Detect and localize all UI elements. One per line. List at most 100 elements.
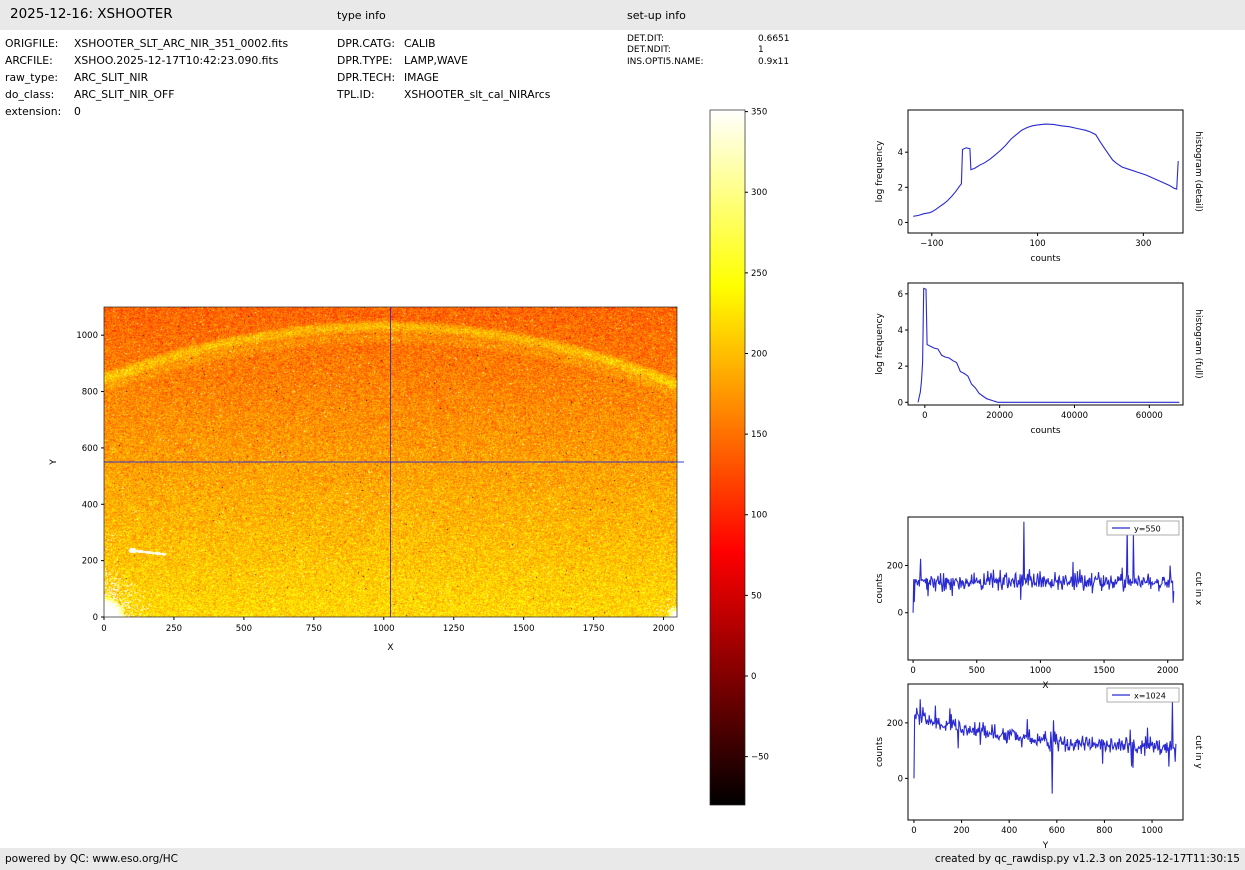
svg-text:0: 0 — [898, 609, 903, 619]
info-value: CALIB — [404, 37, 436, 50]
svg-text:200: 200 — [82, 557, 98, 567]
svg-text:X: X — [1042, 681, 1048, 691]
info-row: raw_type: ARC_SLIT_NIR — [5, 69, 288, 86]
info-value: ARC_SLIT_NIR_OFF — [74, 88, 175, 101]
svg-text:2: 2 — [898, 362, 903, 372]
svg-text:0: 0 — [898, 398, 903, 408]
svg-text:150: 150 — [751, 430, 767, 440]
svg-text:0: 0 — [922, 411, 927, 421]
svg-text:x=1024: x=1024 — [1134, 692, 1166, 701]
info-label: TPL.ID: — [337, 88, 375, 101]
svg-text:400: 400 — [1001, 826, 1017, 836]
info-row: DET.DIT: 0.6651 — [627, 33, 790, 45]
info-value: ARC_SLIT_NIR — [74, 71, 149, 84]
svg-text:1500: 1500 — [513, 624, 535, 634]
svg-text:750: 750 — [306, 624, 322, 634]
info-row: INS.OPTI5.NAME: 0.9x11 — [627, 56, 790, 68]
info-row: extension: 0 — [5, 103, 288, 120]
file-info-block: ORIGFILE: XSHOOTER_SLT_ARC_NIR_351_0002.f… — [5, 35, 288, 120]
svg-text:600: 600 — [82, 444, 98, 454]
page-title: 2025-12-16: XSHOOTER — [10, 6, 173, 22]
svg-text:cut in x: cut in x — [1193, 572, 1203, 606]
svg-text:800: 800 — [1096, 826, 1112, 836]
svg-text:2000: 2000 — [653, 624, 675, 634]
setup-info-block: DET.DIT: 0.6651 DET.NDIT: 1 INS.OPTI5.NAME… — [627, 33, 790, 68]
info-value: IMAGE — [404, 71, 439, 84]
svg-text:1750: 1750 — [583, 624, 605, 634]
svg-text:1500: 1500 — [1093, 666, 1115, 676]
info-row: ARCFILE: XSHOO.2025-12-17T10:42:23.090.fi… — [5, 52, 288, 69]
info-row: DPR.CATG: CALIB — [337, 35, 550, 52]
svg-text:200: 200 — [953, 826, 969, 836]
info-label: DPR.TECH: — [337, 71, 396, 84]
footer-right: created by qc_rawdisp.py v1.2.3 on 2025-… — [934, 853, 1240, 865]
svg-text:Y: Y — [49, 459, 59, 466]
info-value: 0.9x11 — [758, 56, 790, 67]
svg-text:1000: 1000 — [1030, 666, 1052, 676]
svg-text:40000: 40000 — [1061, 411, 1088, 421]
svg-text:1000: 1000 — [373, 624, 395, 634]
svg-text:500: 500 — [969, 666, 985, 676]
svg-text:log frequency: log frequency — [875, 140, 885, 202]
svg-text:400: 400 — [82, 500, 98, 510]
histogram-detail-plot: −100 100 300 0 2 4 counts log frequency histogra… — [875, 109, 1203, 264]
svg-text:800: 800 — [82, 388, 98, 398]
svg-text:0: 0 — [101, 624, 106, 634]
svg-text:2000: 2000 — [1157, 666, 1179, 676]
svg-text:50: 50 — [751, 591, 762, 601]
info-label: DET.NDIT: — [627, 45, 671, 56]
info-row: DPR.TYPE: LAMP,WAVE — [337, 52, 550, 69]
info-label: do_class: — [5, 88, 55, 101]
svg-text:100: 100 — [751, 511, 767, 521]
info-label: DPR.TYPE: — [337, 54, 393, 67]
svg-text:250: 250 — [166, 624, 182, 634]
svg-text:0: 0 — [751, 672, 756, 682]
svg-text:counts: counts — [1030, 426, 1060, 436]
info-label: raw_type: — [5, 71, 59, 84]
svg-text:counts: counts — [875, 737, 885, 767]
info-label: DET.DIT: — [627, 33, 665, 44]
legend: y=550 — [1106, 520, 1180, 536]
svg-text:500: 500 — [236, 624, 252, 634]
info-row: ORIGFILE: XSHOOTER_SLT_ARC_NIR_351_0002.f… — [5, 35, 288, 52]
svg-text:200: 200 — [887, 561, 903, 571]
svg-text:20000: 20000 — [986, 411, 1013, 421]
svg-text:6: 6 — [898, 290, 903, 300]
svg-text:2: 2 — [898, 183, 903, 193]
svg-text:0: 0 — [93, 613, 98, 623]
info-row: TPL.ID: XSHOOTER_slt_cal_NIRArcs — [337, 86, 550, 103]
cut-in-y-plot: 0 200 400 600 800 10000200Ycounts cut in yx=10… — [875, 683, 1203, 851]
svg-text:counts: counts — [875, 573, 885, 603]
footer-bar: powered by QC: www.eso.org/HC created by… — [0, 848, 1245, 870]
cut-in-x-plot: 0 500 1000 1500 2000 0 200 Xcounts cut in x y=550 — [875, 516, 1203, 691]
svg-text:300: 300 — [751, 188, 767, 198]
footer-left: powered by QC: www.eso.org/HC — [5, 853, 179, 865]
info-value: XSHOO.2025-12-17T10:42:23.090.fits — [74, 54, 279, 67]
svg-text:−100: −100 — [920, 239, 943, 249]
svg-text:0: 0 — [911, 826, 916, 836]
svg-text:X: X — [387, 643, 393, 653]
svg-text:0: 0 — [898, 218, 903, 228]
legend: x=1024 — [1106, 687, 1180, 703]
info-row: DPR.TECH: IMAGE — [337, 69, 550, 86]
type-info-heading: type info — [337, 9, 386, 22]
colorbar — [710, 110, 745, 805]
svg-text:counts: counts — [1030, 254, 1060, 264]
info-row: do_class: ARC_SLIT_NIR_OFF — [5, 86, 288, 103]
svg-text:1000: 1000 — [76, 331, 98, 341]
svg-text:600: 600 — [1049, 826, 1065, 836]
info-value: XSHOOTER_slt_cal_NIRArcs — [404, 88, 551, 101]
header-bar: 2025-12-16: XSHOOTER type info set-up in… — [0, 0, 1245, 30]
info-label: ORIGFILE: — [5, 37, 59, 50]
svg-text:0: 0 — [898, 774, 903, 784]
svg-text:histogram (detail): histogram (detail) — [1193, 131, 1203, 212]
info-value: 0 — [74, 105, 81, 118]
svg-text:0: 0 — [910, 666, 915, 676]
info-label: DPR.CATG: — [337, 37, 396, 50]
info-label: extension: — [5, 105, 62, 118]
svg-text:1250: 1250 — [443, 624, 465, 634]
svg-text:4: 4 — [898, 148, 903, 158]
setup-info-heading: set-up info — [627, 9, 686, 22]
histogram-full-plot: 0 20000 40000 60000 0 2 4 6 counts log frequency h… — [875, 282, 1203, 436]
info-value: LAMP,WAVE — [404, 54, 468, 67]
